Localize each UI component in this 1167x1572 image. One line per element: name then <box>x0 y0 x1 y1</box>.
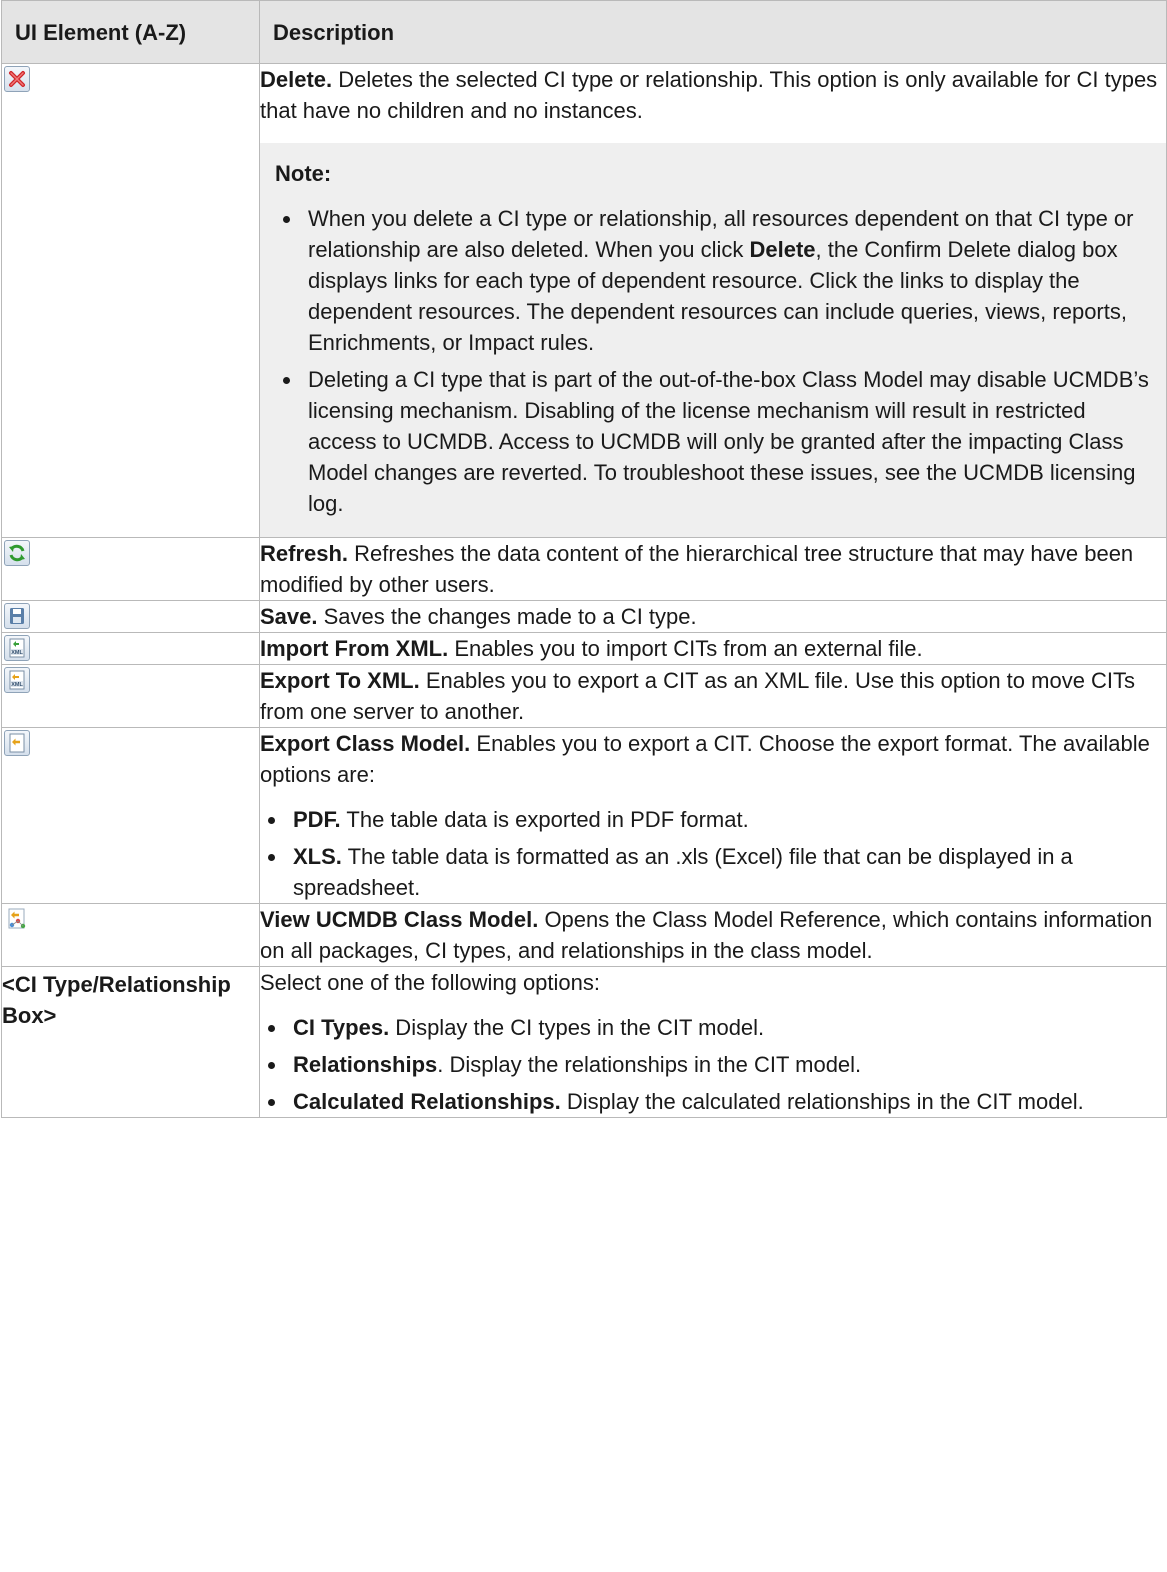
list-item: When you delete a CI type or relationshi… <box>275 203 1152 358</box>
svg-text:XML: XML <box>11 650 23 656</box>
description-text: Export Class Model. Enables you to expor… <box>260 731 1150 787</box>
table-row: XML Export To XML. Enables you to export… <box>1 664 1167 728</box>
description-text: Select one of the following options: <box>260 970 601 995</box>
ui-element-table: UI Element (A-Z) Description Delete. Del… <box>1 0 1167 1118</box>
note-list: When you delete a CI type or relationshi… <box>275 203 1152 519</box>
description-cell: Delete. Deletes the selected CI type or … <box>259 63 1167 538</box>
description-text: Delete. Deletes the selected CI type or … <box>260 67 1158 123</box>
list-item: PDF. The table data is exported in PDF f… <box>260 804 1166 835</box>
description-cell: Export Class Model. Enables you to expor… <box>259 727 1167 904</box>
ui-element-cell <box>1 727 260 904</box>
ui-element-cell <box>1 537 260 601</box>
ui-element-cell <box>1 903 260 967</box>
ui-element-cell: XML <box>1 664 260 728</box>
description-text: View UCMDB Class Model. Opens the Class … <box>260 907 1153 963</box>
description-text: Import From XML. Enables you to import C… <box>260 636 923 661</box>
list-item: Deleting a CI type that is part of the o… <box>275 364 1152 519</box>
note-title: Note: <box>275 161 332 186</box>
column-header-ui-element: UI Element (A-Z) <box>1 0 260 64</box>
table-row: Save. Saves the changes made to a CI typ… <box>1 600 1167 633</box>
element-name: <CI Type/Relationship Box> <box>2 972 231 1028</box>
table-row: Refresh. Refreshes the data content of t… <box>1 537 1167 601</box>
table-row: Delete. Deletes the selected CI type or … <box>1 63 1167 538</box>
description-cell: Export To XML. Enables you to export a C… <box>259 664 1167 728</box>
list-item: Calculated Relationships. Display the ca… <box>260 1086 1166 1117</box>
list-item: Relationships. Display the relationships… <box>260 1049 1166 1080</box>
description-cell: View UCMDB Class Model. Opens the Class … <box>259 903 1167 967</box>
note-box: Note: When you delete a CI type or relat… <box>260 143 1166 537</box>
export-icon <box>4 730 30 756</box>
table-row: <CI Type/Relationship Box> Select one of… <box>1 966 1167 1118</box>
table-row: XML Import From XML. Enables you to impo… <box>1 632 1167 665</box>
ui-element-cell: <CI Type/Relationship Box> <box>1 966 260 1118</box>
table-row: Export Class Model. Enables you to expor… <box>1 727 1167 904</box>
class-model-icon <box>4 906 28 930</box>
import-xml-icon: XML <box>4 635 30 661</box>
description-cell: Import From XML. Enables you to import C… <box>259 632 1167 665</box>
option-list: CI Types. Display the CI types in the CI… <box>260 1012 1166 1117</box>
description-text: Save. Saves the changes made to a CI typ… <box>260 604 697 629</box>
delete-icon <box>4 66 30 92</box>
description-cell: Select one of the following options: CI … <box>259 966 1167 1118</box>
description-cell: Save. Saves the changes made to a CI typ… <box>259 600 1167 633</box>
svg-text:XML: XML <box>11 682 23 688</box>
table-row: View UCMDB Class Model. Opens the Class … <box>1 903 1167 967</box>
export-format-list: PDF. The table data is exported in PDF f… <box>260 804 1166 903</box>
table-header-row: UI Element (A-Z) Description <box>1 0 1167 64</box>
list-item: CI Types. Display the CI types in the CI… <box>260 1012 1166 1043</box>
ui-element-cell <box>1 600 260 633</box>
ui-element-cell <box>1 63 260 538</box>
export-xml-icon: XML <box>4 667 30 693</box>
list-item: XLS. The table data is formatted as an .… <box>260 841 1166 903</box>
refresh-icon <box>4 540 30 566</box>
description-text: Refresh. Refreshes the data content of t… <box>260 541 1134 597</box>
description-cell: Refresh. Refreshes the data content of t… <box>259 537 1167 601</box>
description-text: Export To XML. Enables you to export a C… <box>260 668 1136 724</box>
column-header-description: Description <box>259 0 1167 64</box>
ui-element-cell: XML <box>1 632 260 665</box>
save-icon <box>4 603 30 629</box>
